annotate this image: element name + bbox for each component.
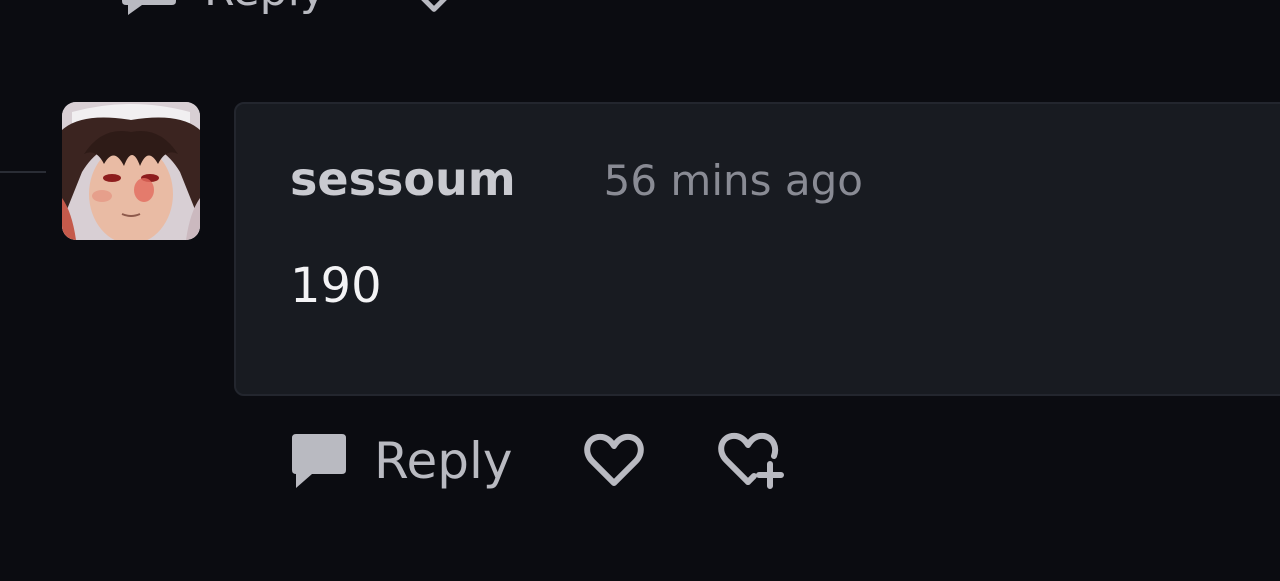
reply-button[interactable]: Reply — [290, 432, 512, 490]
comment-header: sessoum 56 mins ago — [290, 156, 863, 202]
comment-timestamp[interactable]: 56 mins ago — [604, 160, 863, 202]
comment-card: sessoum 56 mins ago 190 — [234, 102, 1280, 396]
speech-bubble-icon — [290, 432, 348, 490]
comment-body: 190 — [290, 258, 382, 314]
comment-thread: Reply sessoum 56 mins ago — [0, 0, 1280, 581]
thread-connector-line — [0, 171, 46, 173]
heart-plus-icon[interactable] — [714, 430, 785, 492]
heart-icon[interactable] — [582, 431, 646, 491]
username-link[interactable]: sessoum — [290, 156, 516, 202]
heart-icon[interactable] — [406, 0, 462, 16]
comment-actions: Reply — [290, 430, 785, 492]
previous-reply-label[interactable]: Reply — [204, 0, 326, 13]
avatar[interactable] — [62, 102, 200, 240]
previous-comment-actions: Reply — [120, 0, 462, 22]
speech-bubble-icon[interactable] — [120, 0, 178, 15]
reply-label: Reply — [374, 432, 513, 490]
